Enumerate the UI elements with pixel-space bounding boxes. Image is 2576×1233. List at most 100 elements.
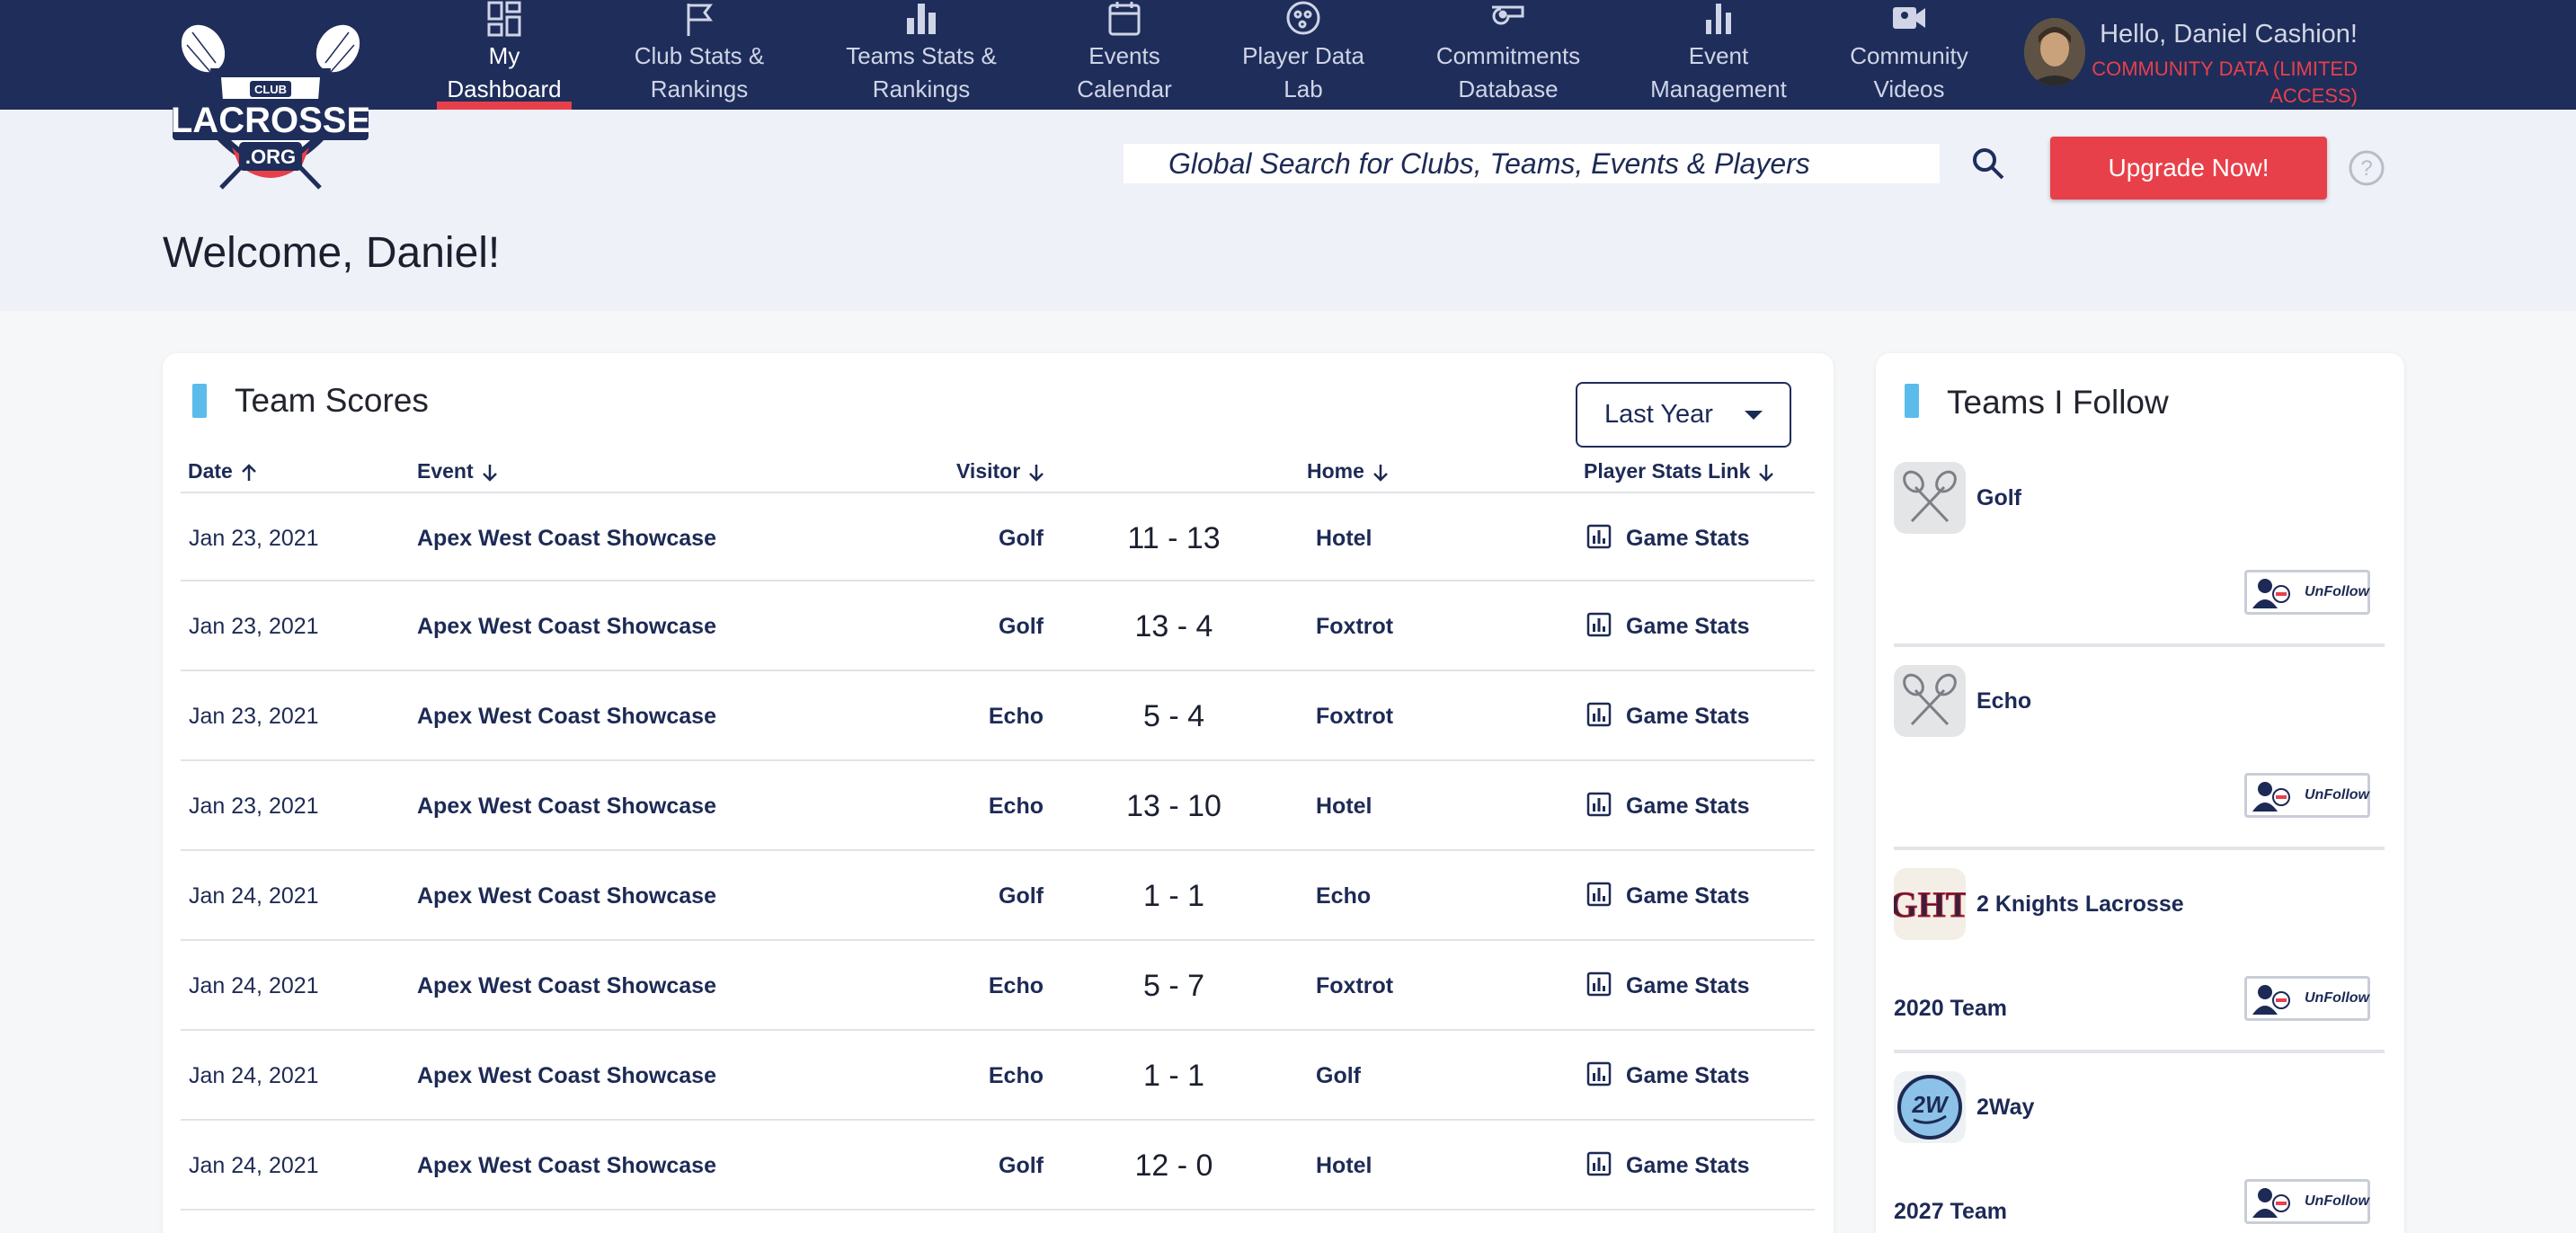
table-row: Jan 23, 2021 Apex West Coast Showcase Ec… xyxy=(181,761,1815,851)
nav-item-my-dashboard[interactable]: My Dashboard xyxy=(437,0,572,110)
game-stats-link[interactable]: Game Stats xyxy=(1586,761,1750,851)
team-logo-2way: 2W xyxy=(1894,1071,1966,1143)
team-name-link[interactable]: 2Way xyxy=(1976,1095,2034,1121)
column-header-visitor[interactable]: Visitor xyxy=(956,459,1045,483)
visitor-team-link[interactable]: Echo xyxy=(918,941,1044,1031)
stats-icon xyxy=(1586,1152,1612,1176)
column-header-date[interactable]: Date xyxy=(188,459,258,483)
table-row: Jan 24, 2021 Apex West Coast Showcase Ec… xyxy=(181,941,1815,1031)
score-cell: 12 - 0 xyxy=(1134,1149,1213,1183)
event-link[interactable]: Apex West Coast Showcase xyxy=(417,761,716,851)
column-header-player-stats-link[interactable]: Player Stats Link xyxy=(1584,459,1775,483)
welcome-heading: Welcome, Daniel! xyxy=(163,229,501,277)
home-team-link[interactable]: Hotel xyxy=(1316,493,1372,583)
nav-item-event-management[interactable]: Event Management xyxy=(1636,0,1801,110)
game-stats-link[interactable]: Game Stats xyxy=(1586,493,1750,583)
team-name-link[interactable]: 2 Knights Lacrosse xyxy=(1976,891,2184,918)
unfollow-button[interactable]: UnFollow xyxy=(2244,976,2370,1021)
column-header-home[interactable]: Home xyxy=(1307,459,1390,483)
help-icon[interactable]: ? xyxy=(2348,149,2385,187)
score-cell: 13 - 10 xyxy=(1126,789,1221,823)
score-cell: 11 - 13 xyxy=(1127,521,1221,555)
home-team-link[interactable]: Foxtrot xyxy=(1316,671,1393,761)
home-team-link[interactable]: Hotel xyxy=(1316,1121,1372,1211)
game-stats-link[interactable]: Game Stats xyxy=(1586,1031,1750,1121)
user-greeting[interactable]: Hello, Daniel Cashion! xyxy=(2097,20,2358,49)
arrow-down-icon xyxy=(1029,464,1044,482)
nav-item-club-stats[interactable]: Club Stats & Rankings xyxy=(627,0,771,110)
lacrosse-sticks-icon xyxy=(1894,462,1966,534)
date-cell: Jan 24, 2021 xyxy=(189,1153,319,1178)
lacrosse-sticks-icon xyxy=(1894,665,1966,737)
teams-i-follow-title: Teams I Follow xyxy=(1947,384,2169,421)
date-cell: Jan 23, 2021 xyxy=(189,614,319,639)
stats-icon xyxy=(1586,525,1612,549)
date-cell: Jan 23, 2021 xyxy=(189,794,319,819)
nav-item-teams-stats[interactable]: Teams Stats & Rankings xyxy=(836,0,1007,110)
event-link[interactable]: Apex West Coast Showcase xyxy=(417,493,716,583)
home-team-link[interactable]: Foxtrot xyxy=(1316,581,1393,671)
visitor-team-link[interactable]: Golf xyxy=(918,493,1044,583)
column-header-event[interactable]: Event xyxy=(417,459,499,483)
home-team-link[interactable]: Hotel xyxy=(1316,761,1372,851)
home-team-link[interactable]: Golf xyxy=(1316,1031,1361,1121)
table-row: Jan 23, 2021 Apex West Coast Showcase Go… xyxy=(181,581,1815,671)
unfollow-button[interactable]: UnFollow xyxy=(2244,773,2370,818)
date-cell: Jan 23, 2021 xyxy=(189,526,319,551)
table-row: Jan 23, 2021 Apex West Coast Showcase Go… xyxy=(181,492,1815,581)
svg-text:?: ? xyxy=(2360,156,2372,181)
visitor-team-link[interactable]: Golf xyxy=(918,851,1044,941)
event-link[interactable]: Apex West Coast Showcase xyxy=(417,851,716,941)
followed-team-item: Golf UnFollow xyxy=(1894,444,2385,647)
team-name-link[interactable]: Echo xyxy=(1976,688,2031,714)
upgrade-now-button[interactable]: Upgrade Now! xyxy=(2050,137,2327,200)
search-icon[interactable] xyxy=(1968,144,2008,183)
team-logo-2-knights: GHT xyxy=(1894,868,1966,940)
unfollow-button[interactable]: UnFollow xyxy=(2244,1179,2370,1224)
nav-item-player-data-lab[interactable]: Player Data Lab xyxy=(1236,0,1371,110)
stats-icon xyxy=(1586,972,1612,997)
visitor-team-link[interactable]: Echo xyxy=(918,761,1044,851)
home-team-link[interactable]: Echo xyxy=(1316,851,1371,941)
game-stats-link[interactable]: Game Stats xyxy=(1586,671,1750,761)
followed-team-item: Echo UnFollow xyxy=(1894,647,2385,850)
game-stats-link[interactable]: Game Stats xyxy=(1586,1121,1750,1211)
game-stats-link[interactable]: Game Stats xyxy=(1586,851,1750,941)
event-link[interactable]: Apex West Coast Showcase xyxy=(417,1121,716,1211)
visitor-team-link[interactable]: Golf xyxy=(918,1121,1044,1211)
event-link[interactable]: Apex West Coast Showcase xyxy=(417,671,716,761)
date-cell: Jan 24, 2021 xyxy=(189,973,319,998)
svg-text:LACROSSE: LACROSSE xyxy=(171,101,370,140)
event-link[interactable]: Apex West Coast Showcase xyxy=(417,941,716,1031)
table-row: Jan 24, 2021 Apex West Coast Showcase Go… xyxy=(181,851,1815,941)
visitor-team-link[interactable]: Echo xyxy=(918,671,1044,761)
date-range-select[interactable]: Last Year xyxy=(1576,382,1791,448)
svg-text:GHT: GHT xyxy=(1894,884,1966,925)
nav-item-community-videos[interactable]: Community Videos xyxy=(1841,0,1977,110)
table-row: Jan 24, 2021 Apex West Coast Showcase Ec… xyxy=(181,1031,1815,1121)
team-name-link[interactable]: Golf xyxy=(1976,485,2021,511)
event-link[interactable]: Apex West Coast Showcase xyxy=(417,581,716,671)
home-team-link[interactable]: Foxtrot xyxy=(1316,941,1393,1031)
unfollow-button[interactable]: UnFollow xyxy=(2244,570,2370,615)
nav-item-commitments-database[interactable]: Commitments Database xyxy=(1427,0,1589,110)
bar-chart-icon xyxy=(907,4,936,34)
team-subtitle: 2027 Team xyxy=(1894,1199,2008,1224)
arrow-up-icon xyxy=(241,464,256,481)
section-accent xyxy=(192,384,207,418)
chart-icon xyxy=(1706,4,1731,34)
arrow-down-icon xyxy=(482,464,497,482)
visitor-team-link[interactable]: Echo xyxy=(918,1031,1044,1121)
club-lacrosse-logo[interactable]: CLUB LACROSSE .ORG xyxy=(167,13,374,201)
event-link[interactable]: Apex West Coast Showcase xyxy=(417,1031,716,1121)
score-cell: 5 - 4 xyxy=(1142,699,1205,733)
game-stats-link[interactable]: Game Stats xyxy=(1586,941,1750,1031)
stats-icon xyxy=(1586,613,1612,637)
nav-item-events-calendar[interactable]: Events Calendar xyxy=(1066,0,1183,110)
global-search-input[interactable] xyxy=(1124,144,1940,183)
date-cell: Jan 24, 2021 xyxy=(189,883,319,909)
visitor-team-link[interactable]: Golf xyxy=(918,581,1044,671)
game-stats-link[interactable]: Game Stats xyxy=(1586,581,1750,671)
flag-icon xyxy=(687,4,713,36)
score-cell: 13 - 4 xyxy=(1134,609,1213,643)
